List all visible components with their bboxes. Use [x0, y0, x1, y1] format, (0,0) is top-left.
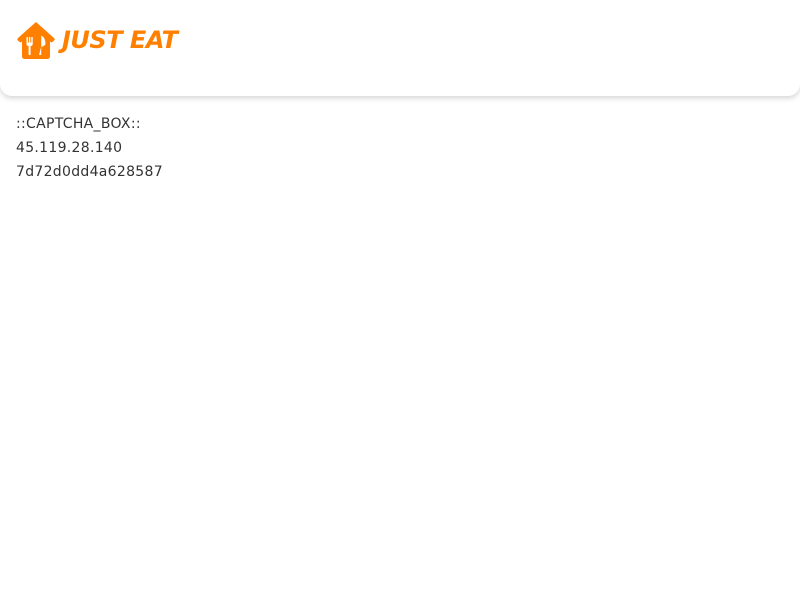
site-header: JUST EAT [0, 0, 800, 96]
just-eat-logo[interactable]: JUST EAT [16, 20, 178, 60]
client-ip-address: 45.119.28.140 [16, 140, 123, 156]
request-id: 7d72d0dd4a628587 [16, 164, 163, 180]
captcha-box-placeholder: ::CAPTCHA_BOX:: [16, 116, 141, 132]
house-fork-knife-icon [17, 22, 55, 59]
captcha-content: ::CAPTCHA_BOX:: 45.119.28.140 7d72d0dd4a… [16, 112, 163, 184]
brand-name: JUST EAT [62, 26, 178, 54]
